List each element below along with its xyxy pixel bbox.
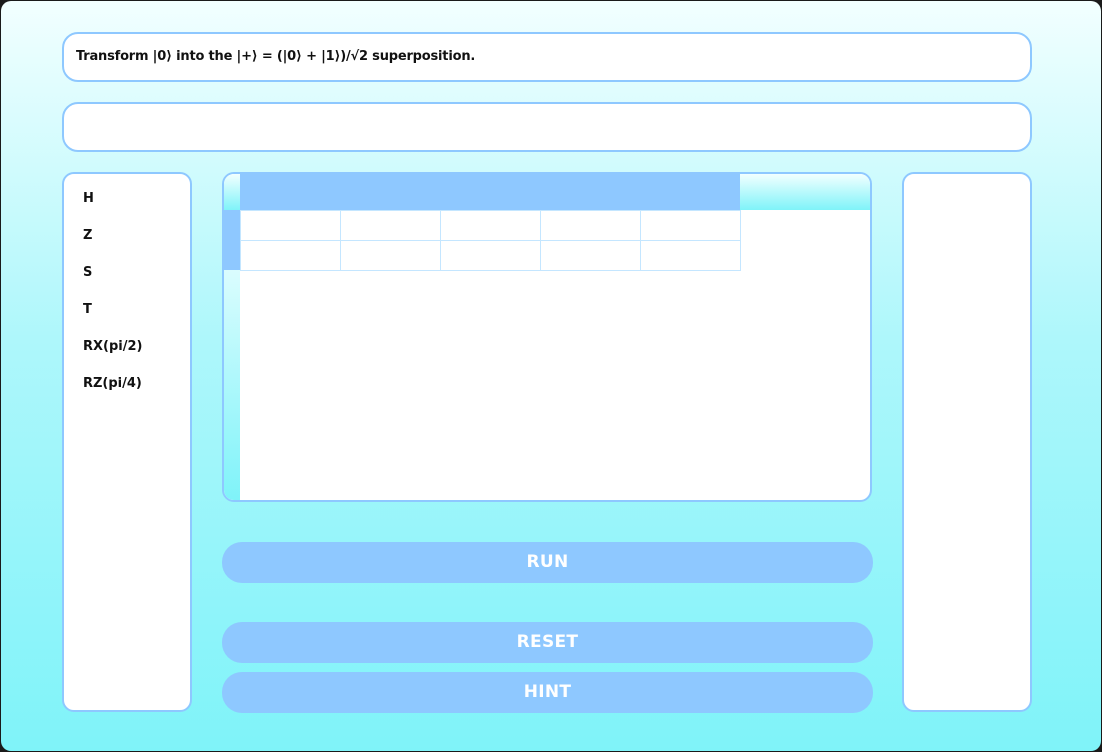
- gate-h[interactable]: H: [83, 191, 94, 206]
- gate-rx-pi-2[interactable]: RX(pi/2): [83, 339, 142, 354]
- circuit-slot[interactable]: [440, 240, 541, 271]
- gate-z[interactable]: Z: [83, 228, 92, 243]
- circuit-slot[interactable]: [640, 210, 741, 241]
- circuit-board: [222, 172, 872, 502]
- gate-rz-pi-4[interactable]: RZ(pi/4): [83, 376, 142, 391]
- circuit-header-filler: [740, 174, 870, 210]
- circuit-row: [240, 210, 741, 241]
- circuit-slot[interactable]: [240, 210, 341, 241]
- circuit-slot[interactable]: [540, 210, 641, 241]
- circuit-slot[interactable]: [540, 240, 641, 271]
- circuit-row: [240, 240, 741, 271]
- run-button[interactable]: RUN: [222, 542, 873, 583]
- circuit-slot[interactable]: [440, 210, 541, 241]
- qubit-row-header: [224, 210, 240, 270]
- circuit-corner: [224, 174, 240, 210]
- circuit-slot[interactable]: [340, 210, 441, 241]
- gate-palette: H Z S T RX(pi/2) RZ(pi/4): [62, 172, 192, 712]
- gate-s[interactable]: S: [83, 265, 92, 280]
- reset-button[interactable]: RESET: [222, 622, 873, 663]
- state-panel: [902, 172, 1032, 712]
- circuit-header: [240, 174, 740, 210]
- message-panel: [62, 102, 1032, 152]
- circuit-grid: [240, 210, 741, 271]
- task-description: Transform |0⟩ into the |+⟩ = (|0⟩ + |1⟩)…: [76, 49, 476, 64]
- task-panel: Transform |0⟩ into the |+⟩ = (|0⟩ + |1⟩)…: [62, 32, 1032, 82]
- circuit-slot[interactable]: [240, 240, 341, 271]
- app-window: Transform |0⟩ into the |+⟩ = (|0⟩ + |1⟩)…: [1, 1, 1101, 751]
- circuit-slot[interactable]: [640, 240, 741, 271]
- hint-button[interactable]: HINT: [222, 672, 873, 713]
- circuit-slot[interactable]: [340, 240, 441, 271]
- gate-t[interactable]: T: [83, 302, 92, 317]
